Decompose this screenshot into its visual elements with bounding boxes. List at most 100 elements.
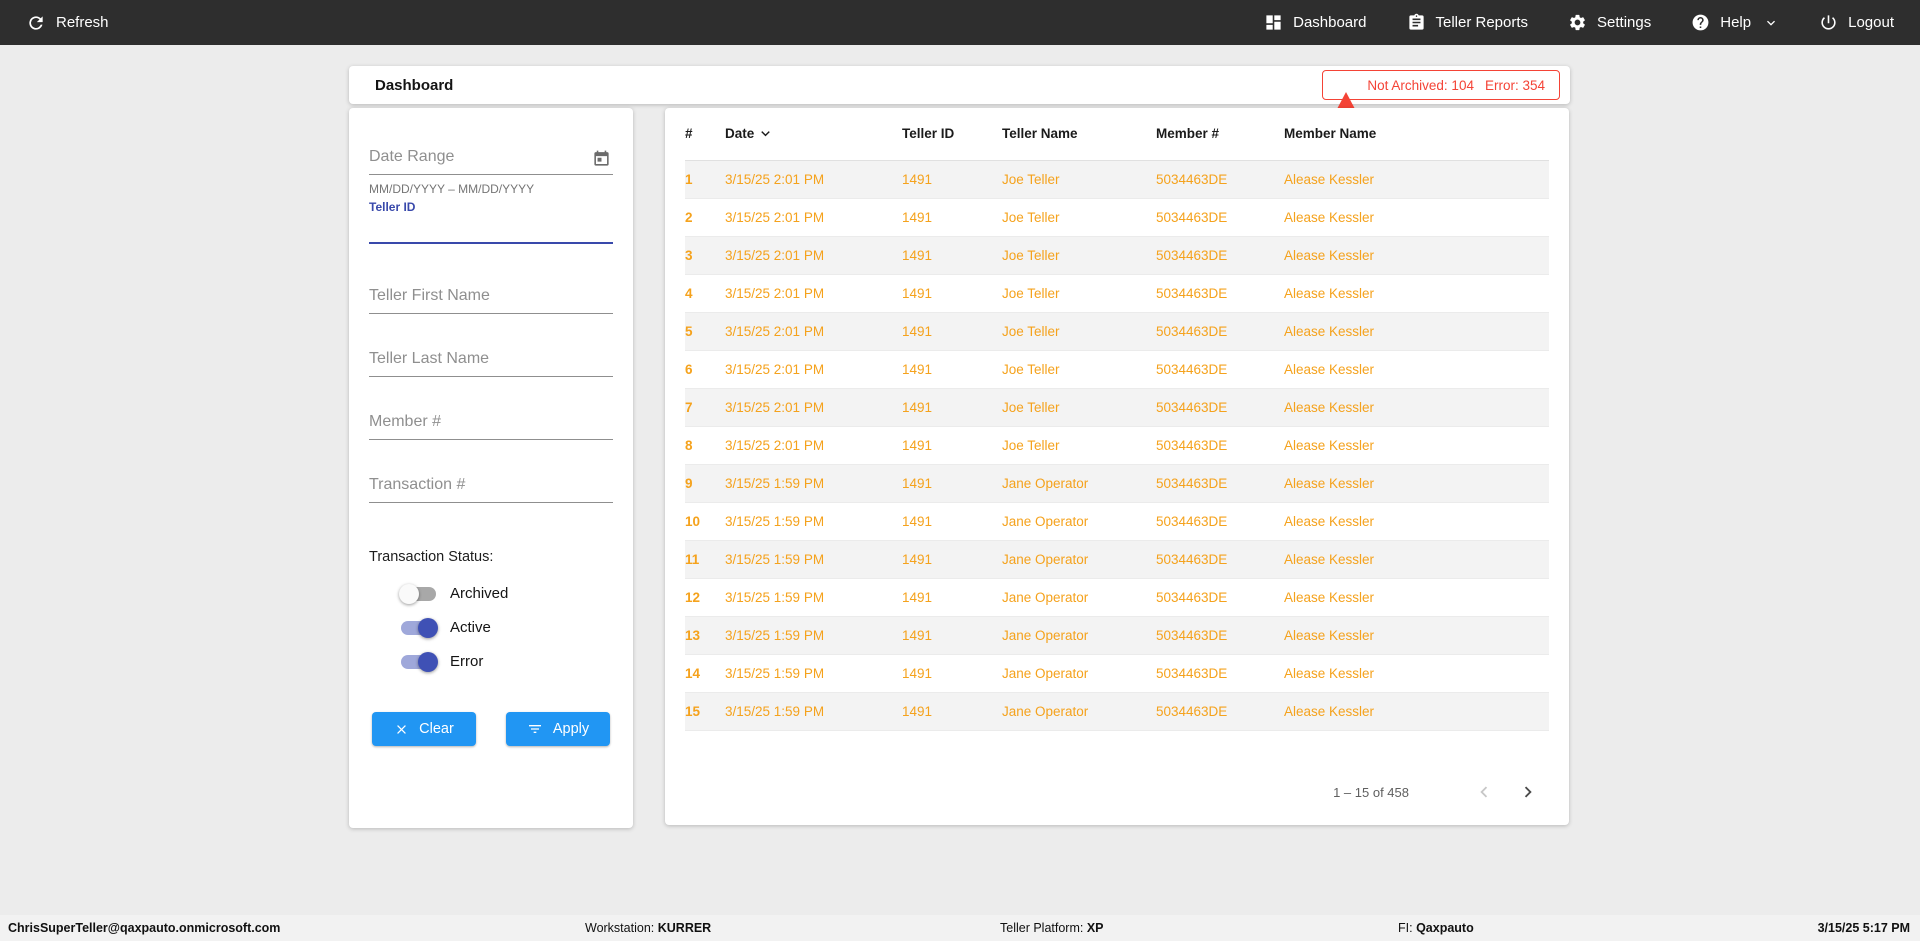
teller-last-name-placeholder: Teller Last Name (369, 350, 490, 367)
table-row[interactable]: 10 3/15/25 1:59 PM 1491 Jane Operator 503446… (685, 502, 1549, 541)
cell-row-number: 14 (685, 654, 725, 693)
table-row[interactable]: 9 3/15/25 1:59 PM 1491 Jane Operator 5034463… (685, 464, 1549, 503)
cell-teller-id: 1491 (902, 464, 1002, 503)
cell-teller-id: 1491 (902, 312, 1002, 351)
cell-note (1489, 616, 1549, 655)
nav-help[interactable]: Help (1691, 13, 1779, 32)
cell-note (1489, 198, 1549, 237)
member-number-field[interactable]: Member # (369, 413, 613, 440)
clear-button[interactable]: Clear (372, 712, 476, 746)
nav-help-label: Help (1720, 14, 1752, 31)
column-header-date[interactable]: Date (725, 108, 902, 161)
cell-note (1489, 274, 1549, 313)
cell-member-number: 5034463DE (1156, 654, 1284, 693)
toggle-row-archived: Archived (399, 583, 613, 604)
next-page-button[interactable] (1517, 781, 1539, 803)
active-toggle[interactable] (401, 617, 438, 638)
cell-date: 3/15/25 1:59 PM (725, 502, 902, 541)
cell-date: 3/15/25 2:01 PM (725, 274, 902, 313)
transaction-number-field[interactable]: Transaction # (369, 476, 613, 503)
cell-note (1489, 312, 1549, 351)
cell-member-number: 5034463DE (1156, 502, 1284, 541)
nav-logout-label: Logout (1848, 14, 1894, 31)
cell-date: 3/15/25 1:59 PM (725, 540, 902, 579)
table-row[interactable]: 1 3/15/25 2:01 PM 1491 Joe Teller 5034463DE A… (685, 160, 1549, 199)
clear-button-label: Clear (419, 721, 454, 737)
previous-page-button[interactable] (1473, 781, 1495, 803)
table-row[interactable]: 7 3/15/25 2:01 PM 1491 Joe Teller 5034463DE A… (685, 388, 1549, 427)
teller-id-input[interactable] (369, 242, 613, 244)
refresh-button[interactable]: Refresh (26, 13, 109, 33)
column-header-number: # (685, 108, 725, 161)
column-header-member-name[interactable]: Member Name (1284, 108, 1489, 161)
nav-logout[interactable]: Logout (1819, 13, 1894, 32)
cell-member-number: 5034463DE (1156, 578, 1284, 617)
table-row[interactable]: 3 3/15/25 2:01 PM 1491 Joe Teller 5034463DE A… (685, 236, 1549, 275)
dashboard-icon (1264, 13, 1283, 32)
cell-teller-id: 1491 (902, 160, 1002, 199)
table-row[interactable]: 5 3/15/25 2:01 PM 1491 Joe Teller 5034463DE A… (685, 312, 1549, 351)
teller-platform-info: Teller Platform: XP (1000, 921, 1104, 935)
cell-member-name: Alease Kessler (1284, 502, 1489, 541)
nav-dashboard-label: Dashboard (1293, 14, 1367, 31)
cell-member-number: 5034463DE (1156, 388, 1284, 427)
date-range-field[interactable]: Date Range (369, 148, 613, 175)
cell-teller-id: 1491 (902, 350, 1002, 389)
cell-date: 3/15/25 2:01 PM (725, 388, 902, 427)
cell-date: 3/15/25 2:01 PM (725, 198, 902, 237)
table-row[interactable]: 2 3/15/25 2:01 PM 1491 Joe Teller 5034463DE A… (685, 198, 1549, 237)
page-title: Dashboard (375, 76, 454, 94)
cell-row-number: 13 (685, 616, 725, 655)
cell-date: 3/15/25 2:01 PM (725, 426, 902, 465)
error-toggle-label: Error (450, 653, 484, 670)
cell-teller-name: Jane Operator (1002, 616, 1156, 655)
cell-member-number: 5034463DE (1156, 464, 1284, 503)
cell-member-number: 5034463DE (1156, 616, 1284, 655)
cell-date: 3/15/25 1:59 PM (725, 616, 902, 655)
cell-member-name: Alease Kessler (1284, 236, 1489, 275)
cell-member-name: Alease Kessler (1284, 312, 1489, 351)
clipboard-icon (1407, 13, 1426, 32)
archived-toggle-label: Archived (450, 585, 509, 602)
nav-teller-reports[interactable]: Teller Reports (1407, 13, 1528, 32)
table-row[interactable]: 14 3/15/25 1:59 PM 1491 Jane Operator 503446… (685, 654, 1549, 693)
nav-settings[interactable]: Settings (1568, 13, 1651, 32)
teller-first-name-field[interactable]: Teller First Name (369, 287, 613, 314)
table-row[interactable]: 12 3/15/25 1:59 PM 1491 Jane Operator 503446… (685, 578, 1549, 617)
logged-in-user: ChrisSuperTeller@qaxpauto.onmicrosoft.co… (8, 921, 281, 935)
column-header-teller-id[interactable]: Teller ID (902, 108, 1002, 161)
archived-toggle[interactable] (399, 583, 436, 604)
cell-note (1489, 692, 1549, 731)
table-row[interactable]: 6 3/15/25 2:01 PM 1491 Joe Teller 5034463DE A… (685, 350, 1549, 389)
cell-row-number: 3 (685, 236, 725, 275)
column-header-member-number[interactable]: Member # (1156, 108, 1284, 161)
cell-row-number: 7 (685, 388, 725, 427)
member-number-placeholder: Member # (369, 413, 442, 430)
apply-button[interactable]: Apply (506, 712, 610, 746)
not-archived-count: Not Archived: 104 (1367, 77, 1474, 93)
table-row[interactable]: 8 3/15/25 2:01 PM 1491 Joe Teller 5034463DE A… (685, 426, 1549, 465)
nav-dashboard[interactable]: Dashboard (1264, 13, 1367, 32)
cell-row-number: 5 (685, 312, 725, 351)
teller-last-name-field[interactable]: Teller Last Name (369, 350, 613, 377)
calendar-icon[interactable] (592, 149, 611, 168)
column-header-teller-name[interactable]: Teller Name (1002, 108, 1156, 161)
status-bar: ChrisSuperTeller@qaxpauto.onmicrosoft.co… (0, 915, 1920, 941)
transactions-table: # Date Teller ID Teller Name Member # Me… (685, 108, 1549, 731)
cell-teller-id: 1491 (902, 616, 1002, 655)
cell-note (1489, 160, 1549, 199)
error-toggle[interactable] (401, 651, 438, 672)
active-toggle-label: Active (450, 619, 491, 636)
cell-date: 3/15/25 1:59 PM (725, 654, 902, 693)
table-row[interactable]: 13 3/15/25 1:59 PM 1491 Jane Operator 503446… (685, 616, 1549, 655)
top-nav-links: Dashboard Teller Reports Settings Help L… (1264, 13, 1894, 32)
cell-member-name: Alease Kessler (1284, 198, 1489, 237)
table-row[interactable]: 11 3/15/25 1:59 PM 1491 Jane Operator 503446… (685, 540, 1549, 579)
cell-member-name: Alease Kessler (1284, 692, 1489, 731)
cell-teller-name: Jane Operator (1002, 692, 1156, 731)
cell-member-number: 5034463DE (1156, 692, 1284, 731)
table-row[interactable]: 4 3/15/25 2:01 PM 1491 Joe Teller 5034463DE A… (685, 274, 1549, 313)
cell-row-number: 4 (685, 274, 725, 313)
table-row[interactable]: 15 3/15/25 1:59 PM 1491 Jane Operator 503446… (685, 692, 1549, 731)
cell-member-name: Alease Kessler (1284, 578, 1489, 617)
